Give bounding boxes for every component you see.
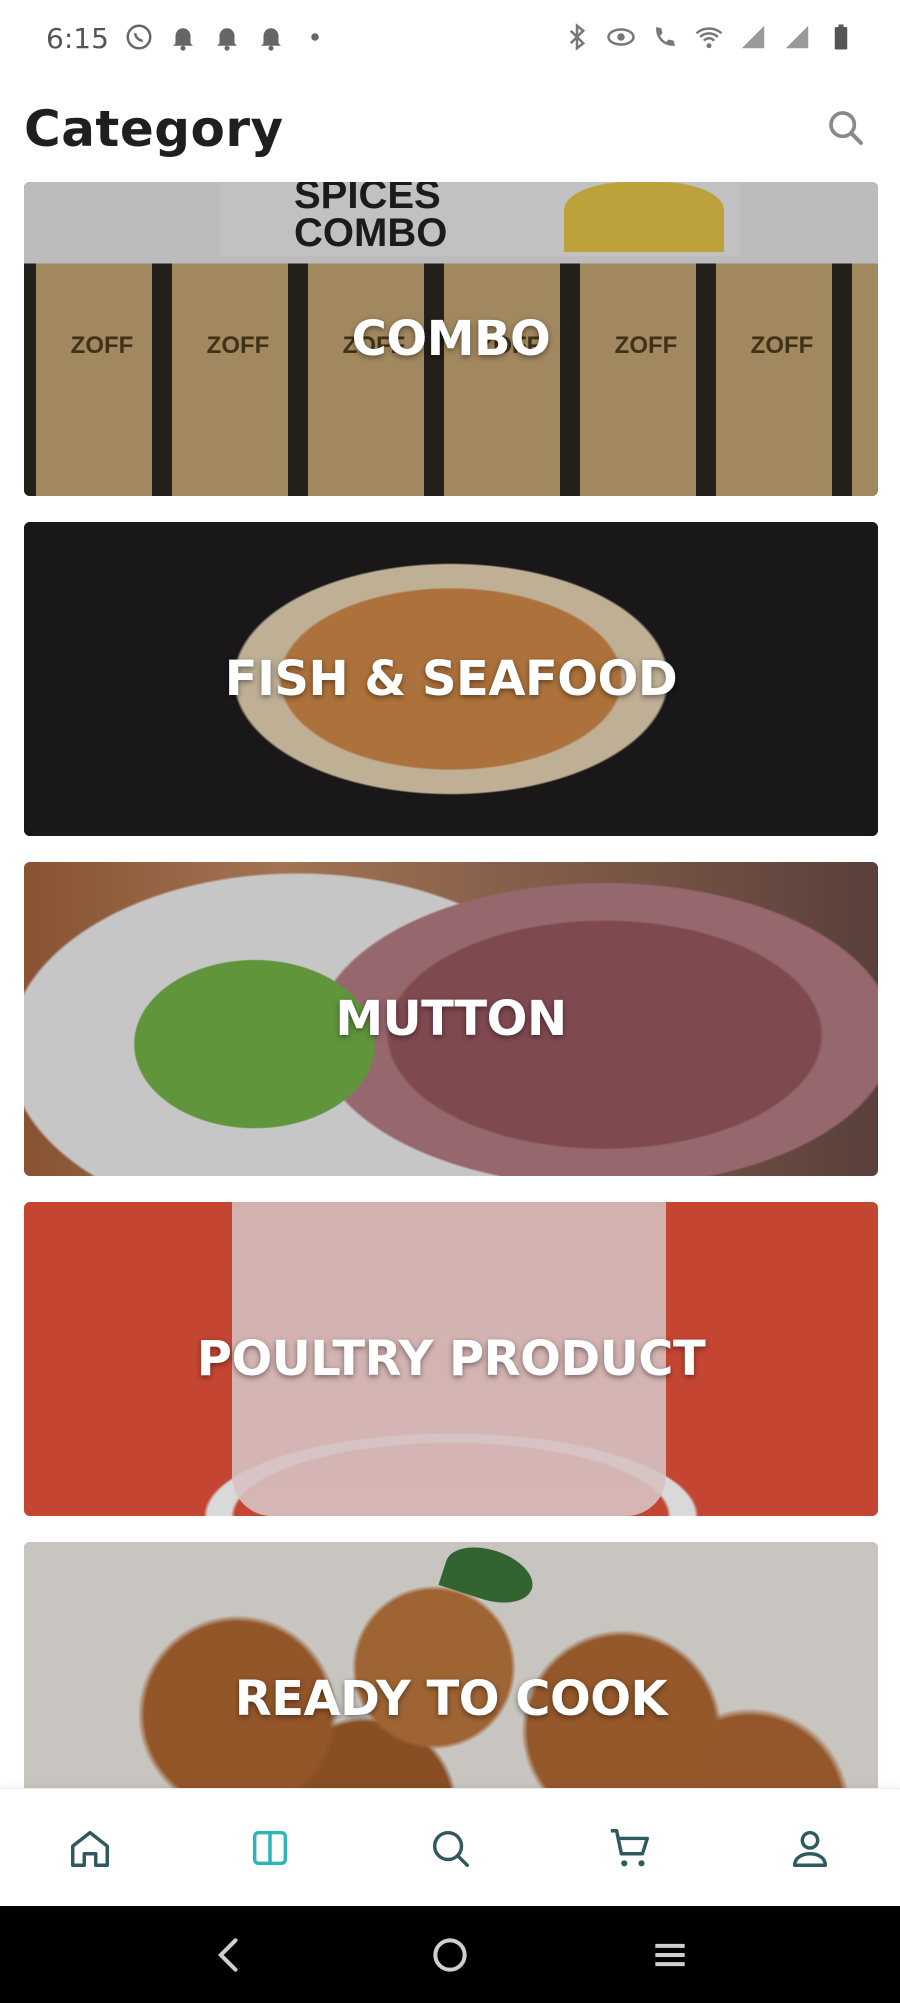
category-card-fish-seafood[interactable]: FISH & SEAFOOD: [24, 522, 878, 836]
category-label: POULTRY PRODUCT: [196, 1331, 706, 1387]
bell-icon: [212, 20, 242, 54]
nav-category[interactable]: [228, 1806, 312, 1890]
wifi-icon: [694, 20, 724, 54]
category-card-combo[interactable]: SPICES COMBO ZOFF ZOFF ZOFF ZOFF ZOFF ZOFF CO…: [24, 182, 878, 496]
signal-icon: [782, 20, 812, 54]
nav-search[interactable]: [408, 1806, 492, 1890]
whatsapp-icon: [124, 20, 154, 54]
profile-icon: [792, 1830, 828, 1867]
category-label: FISH & SEAFOOD: [224, 651, 678, 707]
signal-icon: [738, 20, 768, 54]
dot-icon: [300, 20, 330, 54]
search-icon: [829, 111, 863, 145]
system-home-button[interactable]: [410, 1915, 490, 1995]
bell-icon: [168, 20, 198, 54]
nav-cart[interactable]: [588, 1806, 672, 1890]
battery-icon: [826, 20, 856, 54]
category-label: READY TO COOK: [234, 1671, 668, 1727]
nav-home[interactable]: [48, 1806, 132, 1890]
home-icon: [71, 1830, 109, 1867]
search-button[interactable]: [822, 104, 870, 152]
category-icon: [252, 1830, 288, 1865]
system-recents-button[interactable]: [630, 1915, 710, 1995]
bottom-navigation: [0, 1788, 900, 1906]
app-header: Category: [0, 78, 900, 178]
notification-icons: [124, 20, 330, 54]
wifi-call-icon: [650, 20, 680, 54]
search-icon: [432, 1830, 469, 1867]
back-icon: [217, 1937, 238, 1972]
page-title: Category: [24, 100, 284, 158]
cart-icon: [610, 1828, 649, 1866]
system-back-button[interactable]: [190, 1915, 270, 1995]
system-navigation-bar: [0, 1906, 900, 2003]
eye-icon: [606, 20, 636, 54]
system-status-icons: [562, 20, 856, 54]
bluetooth-icon: [562, 20, 592, 54]
category-card-ready-to-cook[interactable]: READY TO COOK: [24, 1542, 878, 1788]
category-list[interactable]: SPICES COMBO ZOFF ZOFF ZOFF ZOFF ZOFF ZOFF CO…: [24, 182, 878, 1788]
category-label: MUTTON: [335, 991, 567, 1047]
category-card-mutton[interactable]: MUTTON: [24, 862, 878, 1176]
status-bar: 6:15: [0, 0, 900, 78]
nav-profile[interactable]: [768, 1806, 852, 1890]
category-label: COMBO: [351, 311, 551, 367]
recents-icon: [655, 1943, 685, 1966]
category-card-poultry[interactable]: POULTRY PRODUCT: [24, 1202, 878, 1516]
status-time: 6:15: [46, 22, 109, 55]
home-circle-icon: [433, 1937, 467, 1972]
bell-icon: [256, 20, 286, 54]
